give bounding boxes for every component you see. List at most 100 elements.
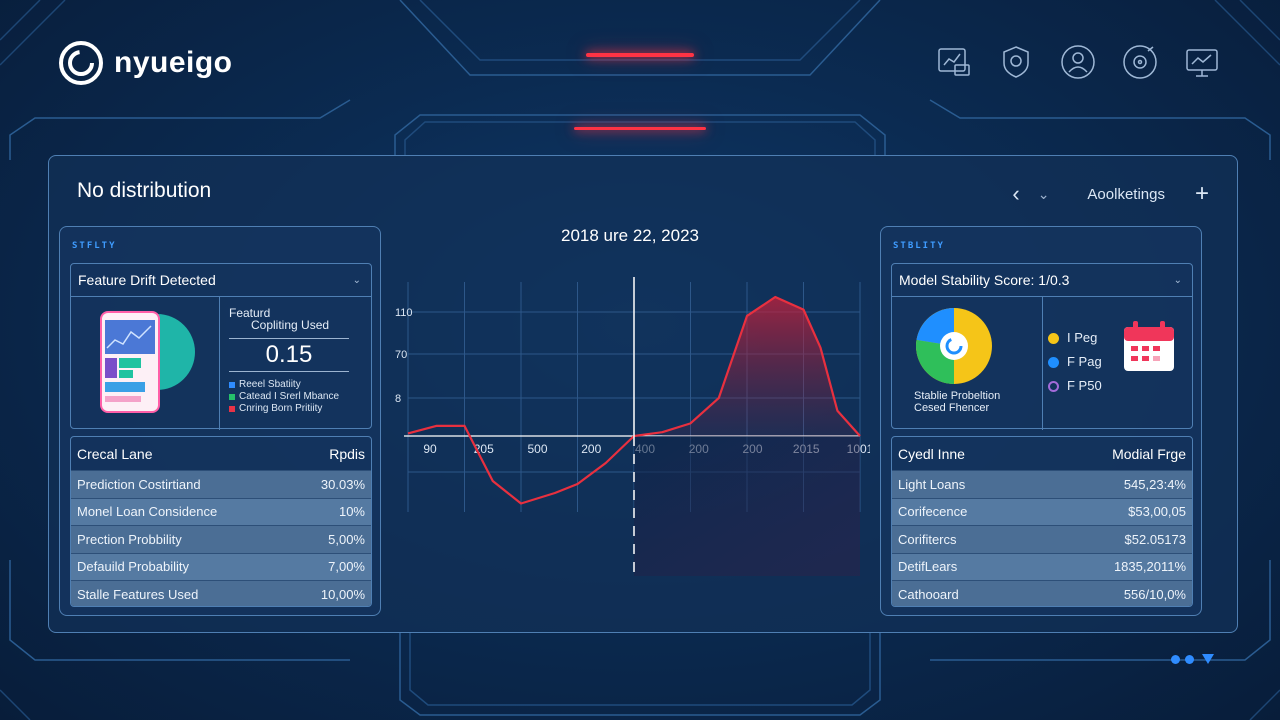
- left-table: Crecal Lane Rpdis Prediction Costirtiand…: [70, 436, 372, 607]
- monitor-icon[interactable]: [1182, 42, 1222, 82]
- column-header[interactable]: Cyedl Inne: [898, 446, 965, 462]
- table-row[interactable]: Light Loans 545,23:4%: [892, 470, 1192, 498]
- card-tag: STFLTY: [72, 241, 117, 251]
- legend-swatch: [229, 382, 235, 388]
- right-card: STBLITY Model Stability Score: 1/0.3 ⌄ S…: [880, 226, 1202, 616]
- status-indicators: [1171, 654, 1214, 664]
- y-tick-label: 70: [395, 349, 407, 361]
- back-button[interactable]: ‹: [1012, 181, 1019, 207]
- user-icon[interactable]: [1058, 42, 1098, 82]
- panel-indicator-bar: [574, 127, 706, 130]
- right-table: Cyedl Inne Modial Frge Light Loans 545,23…: [891, 436, 1193, 607]
- legend-dot: [1048, 380, 1059, 392]
- top-indicator-bar: [586, 53, 694, 57]
- status-dot: [1171, 654, 1180, 664]
- row-value: $52.05173: [1124, 531, 1186, 547]
- row-name: Defauild Probability: [77, 559, 190, 575]
- legend-label: Catead I Srerl Mbance: [239, 391, 340, 402]
- column-header[interactable]: Modial Frge: [1112, 446, 1186, 462]
- card-tag: STBLITY: [893, 241, 945, 251]
- right-legend: I Peg F Pag F P50: [1048, 326, 1102, 398]
- table-header: Cyedl Inne Modial Frge: [892, 437, 1192, 470]
- table-header: Crecal Lane Rpdis: [71, 437, 371, 470]
- row-name: Corifecence: [898, 504, 968, 520]
- row-value: 10%: [338, 504, 365, 520]
- table-row[interactable]: Defauild Probability 7,00%: [71, 552, 371, 580]
- metric-label: Featurd Copliting Used: [229, 307, 329, 331]
- row-name: Stalle Features Used: [77, 586, 199, 602]
- legend-label: Cnring Born Pritiity: [239, 403, 323, 414]
- legend-item: F Pag: [1048, 350, 1102, 374]
- stability-donut-chart: [916, 308, 992, 384]
- chevron-down-icon[interactable]: ⌄: [1174, 275, 1182, 286]
- row-name: DetifLears: [898, 559, 958, 575]
- legend-dot: [1048, 332, 1059, 344]
- dropdown-header[interactable]: Model Stability Score: 1/0.3 ⌄: [892, 264, 1192, 297]
- legend-item: I Peg: [1048, 326, 1102, 350]
- panel-controls: ‹ ⌄ Aoolketings +: [1012, 180, 1209, 208]
- column-header[interactable]: Rpdis: [329, 446, 365, 462]
- row-name: Corifitercs: [898, 531, 957, 547]
- dropdown-title: Feature Drift Detected: [78, 272, 216, 288]
- row-value: 556/10,0%: [1123, 586, 1186, 602]
- chart-canvas: 1107089020550020040020020020151001: [395, 277, 870, 577]
- dropdown-header[interactable]: Feature Drift Detected ⌄: [71, 264, 371, 297]
- status-dot: [1185, 654, 1194, 664]
- brand-name: nyueigo: [114, 46, 233, 79]
- table-row[interactable]: Prediction Costirtiand 30.03%: [71, 470, 371, 498]
- shield-badge-icon[interactable]: [996, 42, 1036, 82]
- legend-label: F P50: [1067, 378, 1102, 393]
- donut-caption: Stablie Probeltion Cesed Fhencer: [914, 390, 1000, 414]
- table-row[interactable]: DetifLears 1835,2011%: [892, 552, 1192, 580]
- phone-dashboard-icon: [100, 311, 195, 413]
- brand-logo[interactable]: nyueigo: [58, 40, 233, 86]
- row-value: 10,00%: [320, 586, 365, 602]
- settings-button[interactable]: Aoolketings: [1087, 186, 1165, 203]
- feature-drift-dropdown[interactable]: Feature Drift Detected ⌄ Featurd Copliti…: [70, 263, 372, 430]
- column-header[interactable]: Crecal Lane: [77, 446, 153, 462]
- legend-item: Cnring Born Pritiity: [229, 403, 339, 415]
- row-value: 1835,2011%: [1113, 559, 1186, 575]
- table-row[interactable]: Prection Probbility 5,00%: [71, 525, 371, 553]
- divider: [1042, 297, 1043, 430]
- legend-swatch: [229, 394, 235, 400]
- legend-item: F P50: [1048, 374, 1102, 398]
- row-name: Light Loans: [898, 476, 966, 492]
- x-tick-label: 90: [423, 442, 437, 456]
- brand-mark-icon: [59, 41, 103, 85]
- table-row[interactable]: Corifitercs $52.05173: [892, 525, 1192, 553]
- table-row[interactable]: Corifecence $53,00,05: [892, 497, 1192, 525]
- dropdown-title: Model Stability Score: 1/0.3: [899, 272, 1070, 288]
- row-value: 545,23:4%: [1123, 476, 1186, 492]
- metric-label-2: Copliting Used: [251, 318, 330, 332]
- shaded-region: [634, 436, 860, 576]
- legend-label: F Pag: [1067, 354, 1102, 369]
- legend-item: Catead I Srerl Mbance: [229, 391, 339, 403]
- table-row[interactable]: Monel Loan Considence 10%: [71, 497, 371, 525]
- y-tick-label: 110: [395, 307, 413, 319]
- document-chart-icon[interactable]: [934, 42, 974, 82]
- row-name: Prection Probbility: [77, 531, 182, 547]
- row-name: Prediction Costirtiand: [77, 476, 201, 492]
- add-button[interactable]: +: [1195, 180, 1209, 208]
- table-row[interactable]: Cathooard 556/10,0%: [892, 580, 1192, 606]
- metric-value: 0.15: [229, 338, 349, 372]
- chevron-down-icon[interactable]: ⌄: [1038, 186, 1050, 203]
- left-card: STFLTY Feature Drift Detected ⌄ Featurd …: [59, 226, 381, 616]
- calendar-icon[interactable]: [1120, 319, 1178, 375]
- legend-swatch: [229, 406, 235, 412]
- chevron-down-icon[interactable]: ⌄: [353, 275, 361, 286]
- legend-item: Reeel Sbatiity: [229, 379, 339, 391]
- row-value: $53,00,05: [1128, 504, 1186, 520]
- legend-dot: [1048, 356, 1059, 368]
- x-tick-label: 500: [527, 442, 547, 456]
- table-row[interactable]: Stalle Features Used 10,00%: [71, 580, 371, 606]
- y-tick-label: 8: [395, 393, 401, 405]
- stability-dropdown[interactable]: Model Stability Score: 1/0.3 ⌄ Stablie P…: [891, 263, 1193, 430]
- row-value: 30.03%: [320, 476, 365, 492]
- legend-label: Reeel Sbatiity: [239, 379, 301, 390]
- vinyl-icon[interactable]: [1120, 42, 1160, 82]
- row-name: Monel Loan Considence: [77, 504, 218, 520]
- status-triangle-icon: [1202, 654, 1214, 664]
- row-value: 5,00%: [328, 531, 365, 547]
